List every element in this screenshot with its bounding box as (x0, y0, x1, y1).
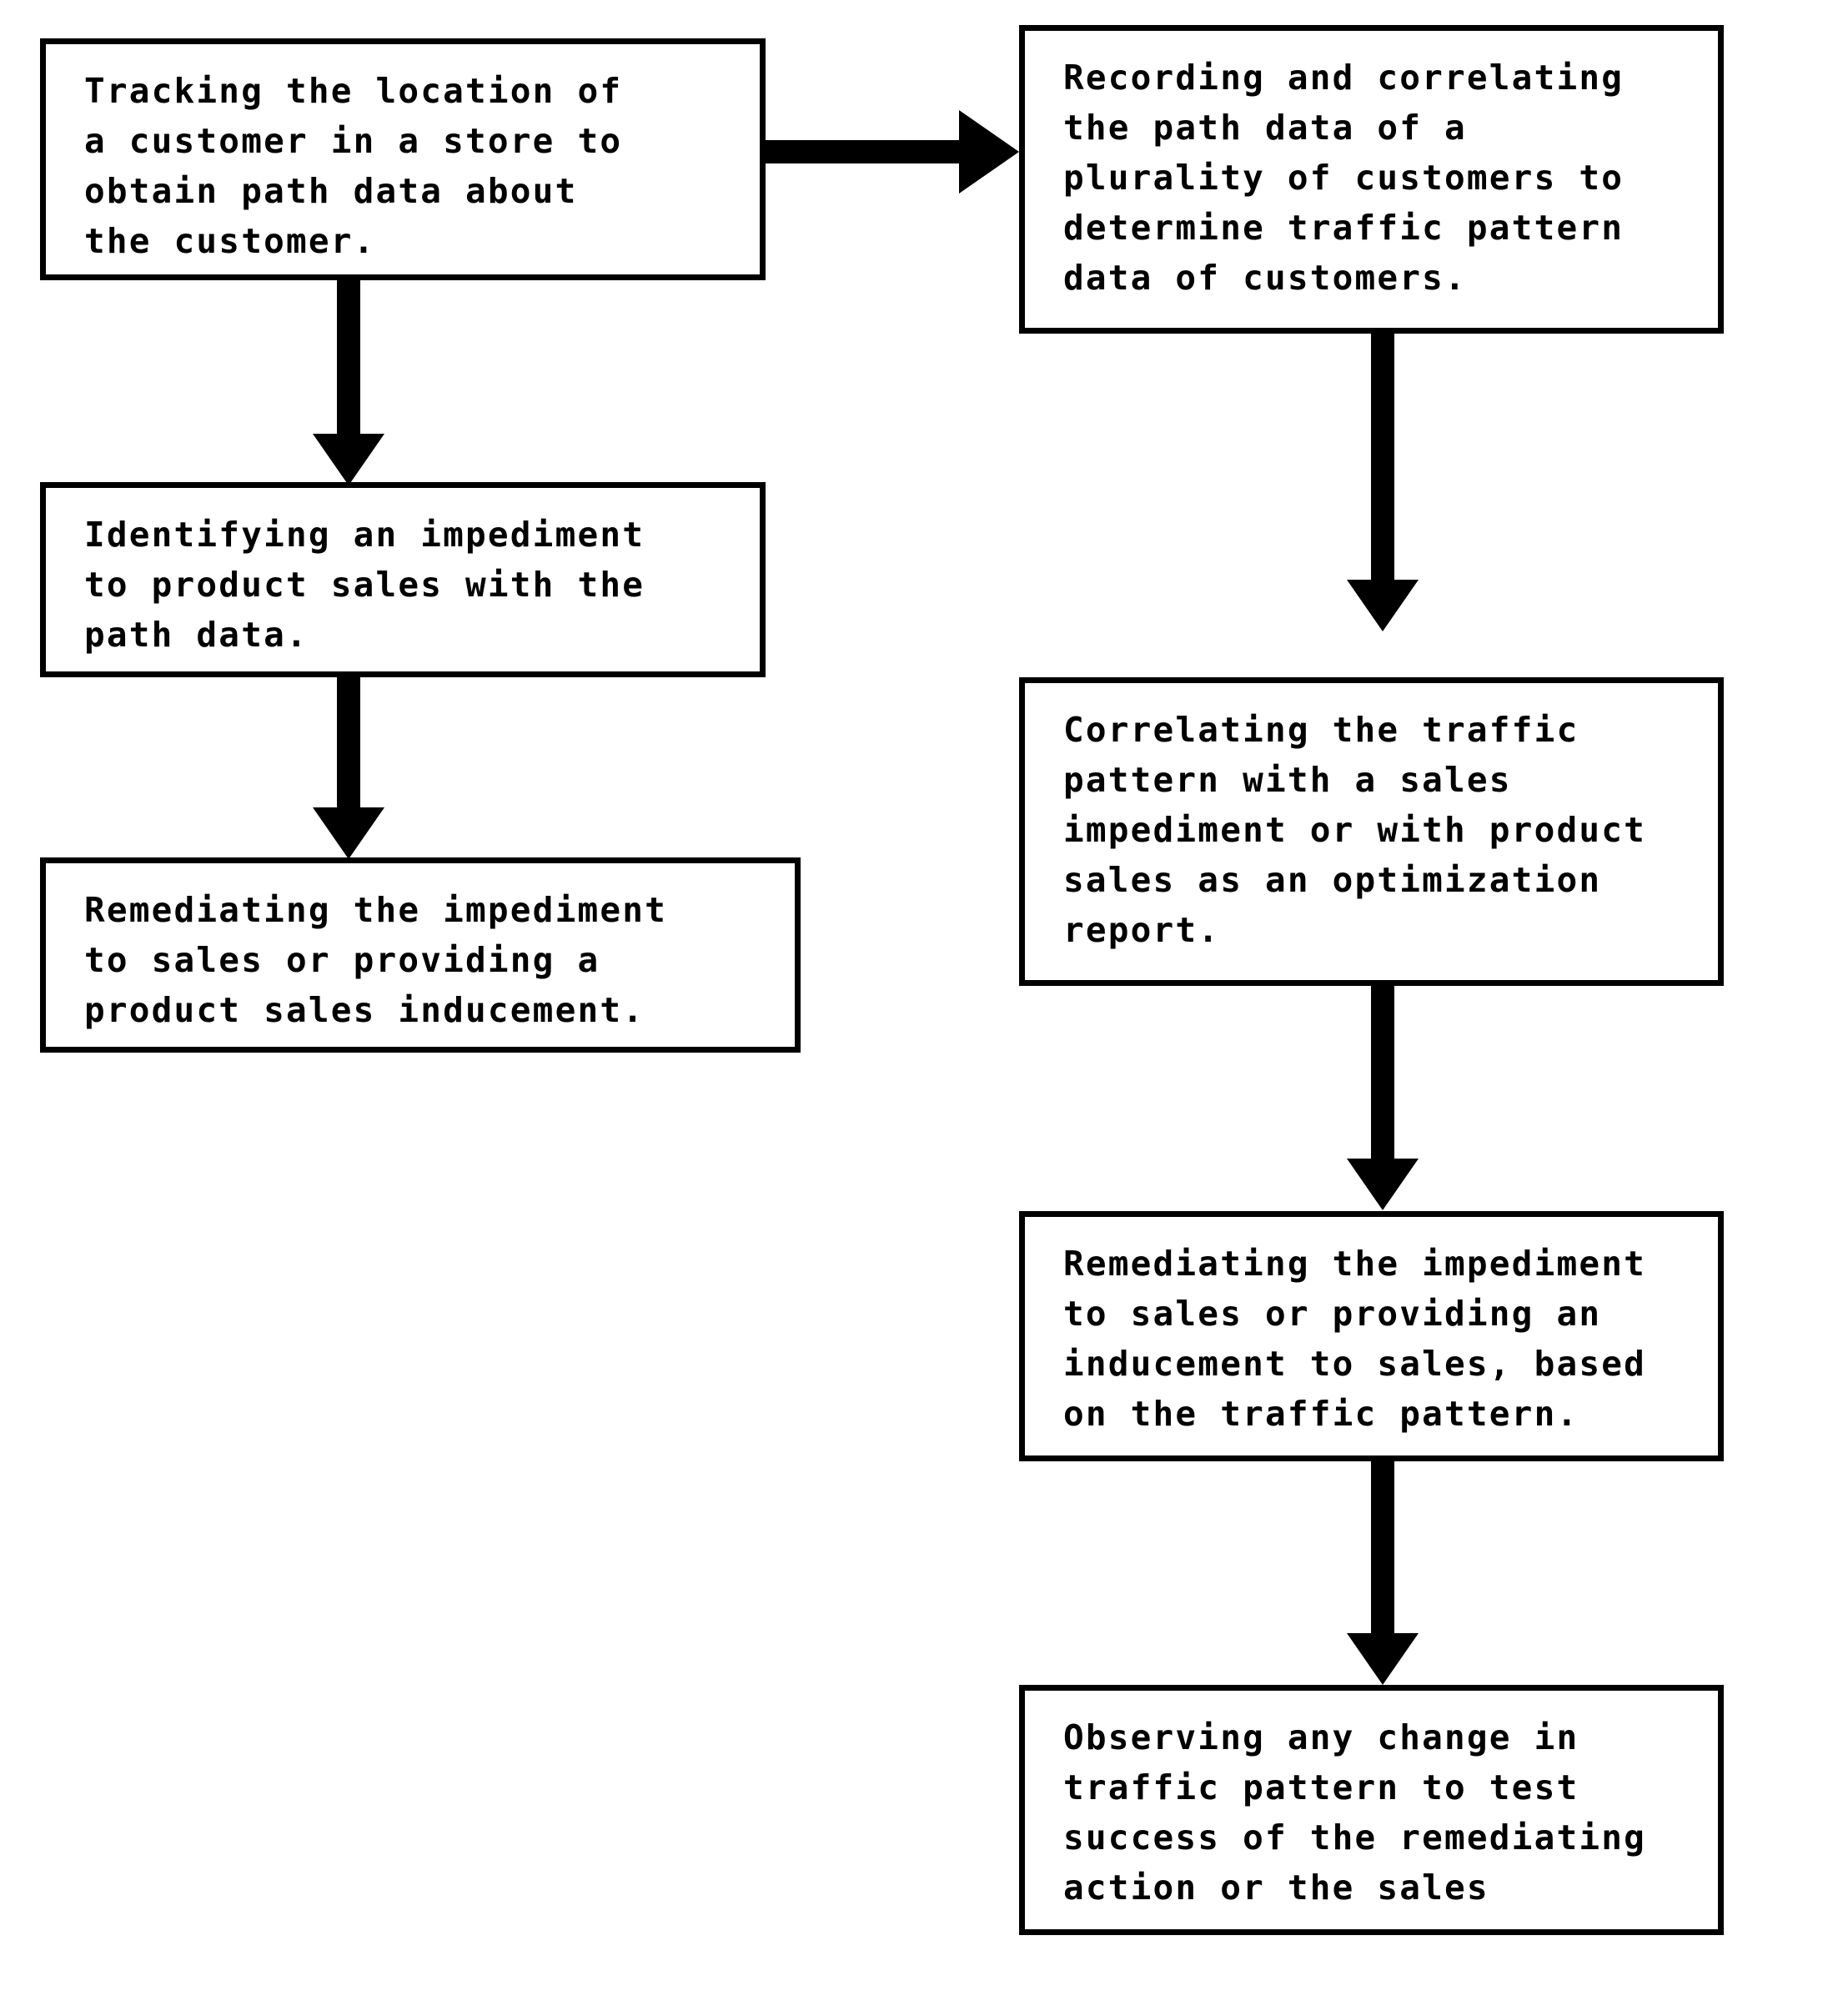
flowchart-node-label: Correlating the traffic pattern with a s… (1063, 710, 1646, 950)
flowchart-node-record-correlate-path-data[interactable]: Recording and correlating the path data … (1019, 25, 1724, 334)
edge-line-horizontal (766, 140, 961, 163)
flowchart-node-label: Identifying an impediment to product sal… (84, 515, 645, 655)
edge-line-vertical (337, 677, 360, 811)
arrowhead-right-icon (959, 110, 1019, 194)
flowchart-diagram: Tracking the location of a customer in a… (0, 0, 1828, 2016)
arrowhead-down-icon (313, 434, 384, 485)
flowchart-node-label: Observing any change in traffic pattern … (1063, 1717, 1646, 1908)
arrowhead-down-icon (313, 807, 384, 859)
flowchart-node-correlate-traffic-pattern[interactable]: Correlating the traffic pattern with a s… (1019, 677, 1724, 986)
arrowhead-down-icon (1347, 580, 1419, 631)
flowchart-node-label: Tracking the location of a customer in a… (84, 71, 623, 261)
edge-line-vertical (1371, 334, 1394, 584)
flowchart-node-track-location[interactable]: Tracking the location of a customer in a… (40, 38, 766, 280)
flowchart-node-label: Recording and correlating the path data … (1063, 58, 1625, 298)
edge-line-vertical (1371, 986, 1394, 1163)
arrowhead-down-icon (1347, 1633, 1419, 1685)
flowchart-node-identify-impediment[interactable]: Identifying an impediment to product sal… (40, 482, 766, 677)
flowchart-node-remediate-impediment-left[interactable]: Remediating the impediment to sales or p… (40, 857, 801, 1053)
edge-line-vertical (337, 280, 360, 439)
edge-line-vertical (1371, 1461, 1394, 1638)
arrowhead-down-icon (1347, 1159, 1419, 1210)
flowchart-node-label: Remediating the impediment to sales or p… (1063, 1244, 1646, 1434)
flowchart-node-label: Remediating the impediment to sales or p… (84, 890, 667, 1030)
flowchart-node-remediate-impediment-right[interactable]: Remediating the impediment to sales or p… (1019, 1211, 1724, 1461)
flowchart-node-observe-change[interactable]: Observing any change in traffic pattern … (1019, 1685, 1724, 1935)
